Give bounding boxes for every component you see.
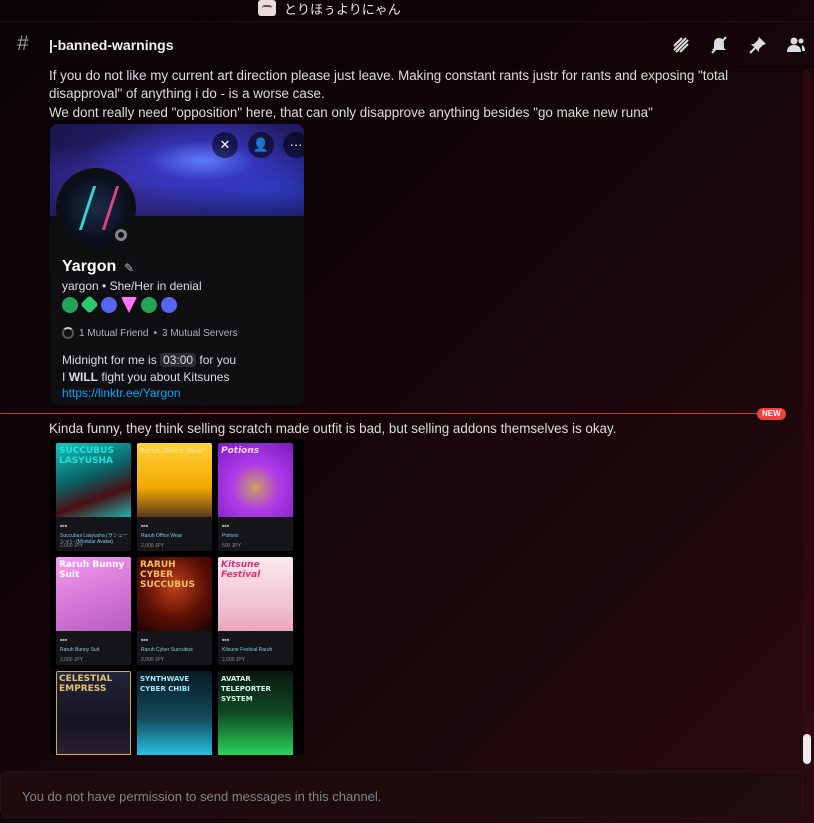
bio-text: for you [199,353,237,367]
message-composer: You do not have permission to send messa… [0,771,803,818]
profile-link[interactable]: https://linktr.ee/Yargon [62,385,236,402]
product-title: AVATAR TELEPORTER SYSTEM [221,675,271,703]
product-price: 500 JPY [222,543,241,549]
product-tile: AVATAR TELEPORTER SYSTEM [218,671,293,755]
product-tag: ■■■ [60,637,68,642]
nitro-icon[interactable]: ✕ [212,132,238,158]
badge-icon[interactable] [62,297,78,313]
profile-pronouns: She/Her in denial [109,279,202,293]
new-messages-divider [0,413,786,414]
bio-text: Midnight for me is [62,353,157,367]
bio-text: I [62,369,66,384]
product-title: Potions [221,446,260,456]
product-title: CELESTIAL EMPRESS [59,674,113,694]
bio-text: fight you about Kitsunes [101,369,230,384]
badge-row [62,295,177,314]
profile-bio: Midnight for me is 03:00 for you I WILL … [62,352,236,402]
message-text: We dont really need "opposition" here, t… [49,105,653,120]
composer-permission-text: You do not have permission to send messa… [22,789,382,804]
message-text: If you do not like my current art direct… [49,68,729,83]
product-title: SUCCUBUS LASYUSHA [59,446,114,466]
product-tag: ■■■ [141,637,149,642]
more-options-icon[interactable]: ··· [283,132,304,158]
new-badge: NEW [757,408,786,420]
channel-hash-icon: # [17,32,29,55]
product-price: 2,000 JPY [60,657,84,663]
product-tile: SYNTHWAVE CYBER CHIBI [137,671,212,755]
product-tag: ■■■ [222,523,230,528]
message-text: Kinda funny, they think selling scratch … [49,421,617,436]
badge-icon[interactable] [121,297,137,313]
mutual-servers[interactable]: 3 Mutual Servers [162,328,238,339]
product-caption: Raruh Bunny Suit [60,647,100,653]
badge-icon[interactable] [80,295,99,314]
scrollbar-thumb[interactable] [803,734,811,764]
add-friend-icon[interactable]: 👤 [248,132,274,158]
product-title: Raruh Office Wear [140,447,204,455]
product-price: 2,000 JPY [141,543,165,549]
profile-display-name: Yargon [62,258,117,275]
product-tile: RARUH CYBER SUCCUBUS ■■■ Raruh Cyber Suc… [137,557,212,665]
product-caption: Raruh Office Wear [141,533,183,539]
profile-card[interactable]: ✕ 👤 ··· Yargon ✎ yargon • She/Her in den… [50,124,304,405]
channel-header: # |-banned-warnings [0,23,814,67]
separator-dot: • [153,327,157,339]
server-title-bar: とりほぅよりにゃん [0,0,814,22]
product-title: Kitsune Festival [221,560,261,580]
bio-bold: WILL [68,369,99,384]
channel-name: |-banned-warnings [49,37,174,53]
badge-icon[interactable] [101,297,117,313]
mutuals[interactable]: 1 Mutual Friend • 3 Mutual Servers [62,327,238,339]
profile-username-line: yargon • She/Her in denial [62,279,202,293]
product-title: SYNTHWAVE CYBER CHIBI [140,675,190,693]
badge-icon[interactable] [141,297,157,313]
timestamp-pill: 03:00 [160,353,197,367]
badge-icon[interactable] [161,297,177,313]
product-tile: Potions ■■■ Potions 500 JPY [218,443,293,551]
mutual-friends[interactable]: 1 Mutual Friend [79,328,148,339]
product-caption: Potions [222,533,239,539]
product-price: 2,000 JPY [222,657,246,663]
product-tile: CELESTIAL EMPRESS [56,671,131,755]
server-avatar [258,0,276,16]
product-tile: Raruh Bunny Suit ■■■ Raruh Bunny Suit 2,… [56,557,131,665]
separator-dot: • [102,279,110,293]
threads-icon[interactable] [671,35,691,55]
product-price: 2,000 JPY [141,657,165,663]
product-tag: ■■■ [222,637,230,642]
message-text: disapproval" of anything i do - is a wor… [49,86,325,101]
product-title: RARUH CYBER SUCCUBUS [140,560,195,590]
product-price: 2,000 JPY [60,543,84,549]
note-icon[interactable]: ✎ [124,261,138,275]
profile-username: yargon [62,279,99,293]
product-tile: Raruh Office Wear ■■■ Raruh Office Wear … [137,443,212,551]
product-tile: SUCCUBUS LASYUSHA ■■■ Succubus Lasyusha … [56,443,131,551]
product-caption: Raruh Cyber Succubus [141,647,193,653]
mutual-avatar-icon [62,327,74,339]
pin-icon[interactable] [748,35,768,55]
attached-image[interactable]: SUCCUBUS LASYUSHA ■■■ Succubus Lasyusha … [50,439,304,755]
server-name: とりほぅよりにゃん [284,3,401,18]
scrollbar-track[interactable] [803,70,811,767]
mute-icon[interactable] [709,35,729,55]
members-icon[interactable] [786,35,806,55]
product-tile: Kitsune Festival ■■■ Kitsune Festival Ra… [218,557,293,665]
product-tag: ■■■ [141,523,149,528]
message-list[interactable]: If you do not like my current art direct… [0,67,800,767]
product-caption: Kitsune Festival Raruh [222,647,273,653]
product-tag: ■■■ [60,523,68,528]
product-title: Raruh Bunny Suit [59,560,125,580]
status-offline-icon [112,226,130,244]
